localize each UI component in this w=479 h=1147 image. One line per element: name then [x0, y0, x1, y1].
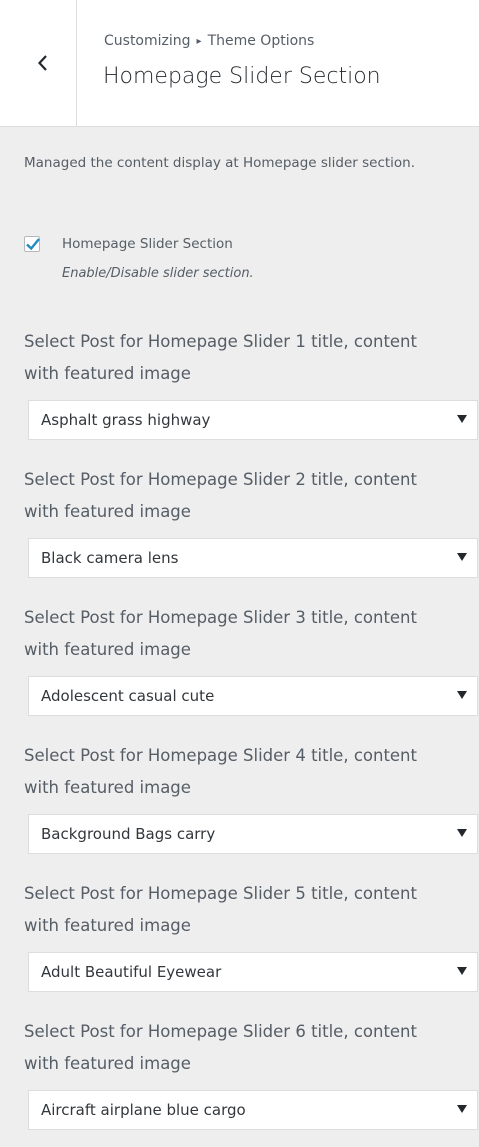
field-label-line: Select Post for Homepage Slider 4 title,… — [24, 746, 417, 765]
checkmark-icon — [26, 238, 40, 251]
slider-field-6: Select Post for Homepage Slider 6 title,… — [24, 1016, 479, 1130]
field-label: Select Post for Homepage Slider 2 title,… — [24, 464, 479, 528]
slider-field-5: Select Post for Homepage Slider 5 title,… — [24, 878, 479, 992]
slider-2-select[interactable]: Black camera lens — [28, 538, 478, 578]
slider-field-3: Select Post for Homepage Slider 3 title,… — [24, 602, 479, 716]
chevron-left-icon — [37, 55, 47, 71]
dropdown-arrow-icon — [455, 549, 469, 565]
field-label-line: with featured image — [24, 502, 191, 521]
slider-5-select[interactable]: Adult Beautiful Eyewear — [28, 952, 478, 992]
select-value: Background Bags carry — [41, 825, 216, 843]
slider-field-1: Select Post for Homepage Slider 1 title,… — [24, 326, 479, 440]
dropdown-arrow-icon — [455, 963, 469, 979]
field-label: Select Post for Homepage Slider 1 title,… — [24, 326, 479, 390]
slider-6-select[interactable]: Aircraft airplane blue cargo — [28, 1090, 478, 1130]
field-label-line: Select Post for Homepage Slider 6 title,… — [24, 1022, 417, 1041]
field-label-line: with featured image — [24, 640, 191, 659]
select-value: Adolescent casual cute — [41, 687, 215, 705]
breadcrumb: Customizing ▸ Theme Options — [104, 33, 314, 49]
slider-4-select[interactable]: Background Bags carry — [28, 814, 478, 854]
select-value: Adult Beautiful Eyewear — [41, 963, 222, 981]
breadcrumb-current: Theme Options — [207, 33, 315, 49]
dropdown-arrow-icon — [455, 825, 469, 841]
dropdown-arrow-icon — [455, 411, 469, 427]
field-label-line: Select Post for Homepage Slider 3 title,… — [24, 608, 417, 627]
breadcrumb-parent: Customizing — [104, 33, 191, 49]
field-label-line: Select Post for Homepage Slider 1 title,… — [24, 332, 417, 351]
field-label: Select Post for Homepage Slider 5 title,… — [24, 878, 479, 942]
field-label: Select Post for Homepage Slider 4 title,… — [24, 740, 479, 804]
field-label-line: Select Post for Homepage Slider 5 title,… — [24, 884, 417, 903]
slider-3-select[interactable]: Adolescent casual cute — [28, 676, 478, 716]
enable-slider-checkbox[interactable] — [24, 236, 40, 252]
field-label-line: with featured image — [24, 1054, 191, 1073]
field-label-line: Select Post for Homepage Slider 2 title,… — [24, 470, 417, 489]
panel-header: Customizing ▸ Theme Options Homepage Slide… — [0, 0, 479, 127]
dropdown-arrow-icon — [455, 687, 469, 703]
breadcrumb-separator: ▸ — [196, 36, 202, 47]
field-label: Select Post for Homepage Slider 3 title,… — [24, 602, 479, 666]
field-label: Select Post for Homepage Slider 6 title,… — [24, 1016, 479, 1080]
page-title: Homepage Slider Section — [103, 64, 381, 89]
field-label-line: with featured image — [24, 916, 191, 935]
section-description: Managed the content display at Homepage … — [24, 155, 416, 171]
select-value: Black camera lens — [41, 549, 179, 567]
slider-1-select[interactable]: Asphalt grass highway — [28, 400, 478, 440]
back-button[interactable] — [6, 0, 77, 126]
select-value: Aircraft airplane blue cargo — [41, 1101, 246, 1119]
checkbox-label: Homepage Slider Section — [62, 236, 233, 252]
field-label-line: with featured image — [24, 364, 191, 383]
select-value: Asphalt grass highway — [41, 411, 211, 429]
dropdown-arrow-icon — [455, 1101, 469, 1117]
slider-field-4: Select Post for Homepage Slider 4 title,… — [24, 740, 479, 854]
checkbox-description: Enable/Disable slider section. — [62, 266, 254, 281]
slider-field-2: Select Post for Homepage Slider 2 title,… — [24, 464, 479, 578]
field-label-line: with featured image — [24, 778, 191, 797]
